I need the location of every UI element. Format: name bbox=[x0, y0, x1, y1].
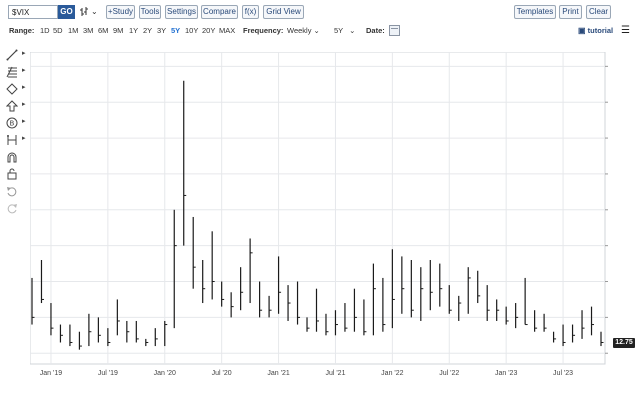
price-chart[interactable]: 10.0020.0030.0040.0050.0060.0070.0080.00… bbox=[30, 52, 612, 382]
lock-icon bbox=[7, 168, 17, 180]
x-tick-label: Jul '23 bbox=[553, 370, 573, 377]
x-tick-label: Jul '21 bbox=[325, 370, 345, 377]
calendar-icon[interactable] bbox=[389, 25, 400, 36]
line-tool-icon bbox=[6, 49, 18, 61]
chevron-down-icon: ⌄ bbox=[313, 26, 320, 35]
line-tool[interactable]: ▸ bbox=[4, 48, 26, 62]
compare-button[interactable]: Compare bbox=[201, 5, 238, 19]
arrow-tool[interactable]: ▸ bbox=[4, 99, 26, 113]
grid-view-button[interactable]: Grid View bbox=[263, 5, 304, 19]
clear-button[interactable]: Clear bbox=[586, 5, 611, 19]
date-label: Date: bbox=[366, 26, 385, 35]
tutorial-label: tutorial bbox=[587, 26, 614, 35]
print-button[interactable]: Print bbox=[559, 5, 582, 19]
range-5y[interactable]: 5Y bbox=[171, 24, 180, 38]
svg-text:B: B bbox=[10, 120, 15, 128]
range-1m[interactable]: 1M bbox=[68, 24, 78, 38]
x-tick-label: Jul '19 bbox=[98, 370, 118, 377]
frequency-select[interactable]: Weekly ⌄ bbox=[287, 24, 320, 38]
ohlc-bar-icon bbox=[80, 7, 88, 16]
period-value: 5Y bbox=[334, 26, 344, 35]
range-20y[interactable]: 20Y bbox=[202, 24, 215, 38]
period-select[interactable]: 5Y ⌄ bbox=[334, 24, 355, 38]
chevron-right-icon: ▸ bbox=[22, 135, 26, 142]
range-1d[interactable]: 1D bbox=[40, 24, 50, 38]
x-tick-label: Jan '23 bbox=[495, 370, 517, 377]
measure-tool-icon bbox=[7, 135, 17, 145]
annotation-tool-icon: B bbox=[6, 117, 18, 129]
range-1y[interactable]: 1Y bbox=[129, 24, 138, 38]
range-5d[interactable]: 5D bbox=[53, 24, 63, 38]
redo-icon bbox=[7, 204, 17, 214]
chevron-right-icon: ▸ bbox=[22, 84, 26, 91]
last-price-label: 12.75 bbox=[613, 338, 635, 349]
x-tick-label: Jan '21 bbox=[267, 370, 289, 377]
annotation-tool[interactable]: B ▸ bbox=[4, 116, 26, 130]
symbol-input[interactable] bbox=[8, 5, 58, 19]
chevron-down-icon: ⌄ bbox=[349, 26, 356, 35]
tools-button[interactable]: Tools bbox=[139, 5, 161, 19]
range-2y[interactable]: 2Y bbox=[143, 24, 152, 38]
function-button[interactable]: f(x) bbox=[242, 5, 259, 19]
x-tick-label: Jul '20 bbox=[212, 370, 232, 377]
x-tick-label: Jan '19 bbox=[40, 370, 62, 377]
measure-tool[interactable]: ▸ bbox=[4, 133, 26, 147]
range-label: Range: bbox=[9, 26, 35, 35]
redo-tool[interactable] bbox=[4, 201, 26, 215]
range-3y[interactable]: 3Y bbox=[157, 24, 166, 38]
x-tick-label: Jul '22 bbox=[439, 370, 459, 377]
shape-tool[interactable]: ▸ bbox=[4, 82, 26, 96]
magnet-icon bbox=[7, 152, 17, 163]
top-toolbar: GO ⌄ +Study Tools Settings Compare f(x) … bbox=[0, 0, 638, 24]
range-max[interactable]: MAX bbox=[219, 24, 235, 38]
go-button[interactable]: GO bbox=[58, 5, 75, 19]
templates-button[interactable]: Templates bbox=[514, 5, 556, 19]
chevron-right-icon: ▸ bbox=[22, 101, 26, 108]
fib-tool[interactable]: ▸ bbox=[4, 65, 26, 79]
undo-tool[interactable] bbox=[4, 184, 26, 198]
magnet-tool[interactable] bbox=[4, 150, 26, 164]
shape-tool-icon bbox=[6, 83, 18, 95]
x-tick-label: Jan '22 bbox=[381, 370, 403, 377]
chart-type-selector[interactable]: ⌄ bbox=[79, 5, 101, 19]
fib-tool-icon bbox=[6, 66, 17, 78]
chevron-down-icon: ⌄ bbox=[91, 7, 98, 16]
chevron-right-icon: ▸ bbox=[22, 67, 26, 74]
range-bar: Range: 1D 5D 1M 3M 6M 9M 1Y 2Y 3Y 5Y 10Y… bbox=[0, 24, 638, 38]
range-6m[interactable]: 6M bbox=[98, 24, 108, 38]
range-9m[interactable]: 9M bbox=[113, 24, 123, 38]
add-study-button[interactable]: +Study bbox=[106, 5, 135, 19]
chevron-right-icon: ▸ bbox=[22, 118, 26, 125]
frequency-label: Frequency: bbox=[243, 26, 284, 35]
video-icon: ▣ bbox=[578, 26, 586, 35]
arrow-tool-icon bbox=[6, 100, 18, 112]
x-tick-label: Jan '20 bbox=[154, 370, 176, 377]
chevron-right-icon: ▸ bbox=[22, 50, 26, 57]
frequency-value: Weekly bbox=[287, 26, 312, 35]
range-10y[interactable]: 10Y bbox=[185, 24, 198, 38]
tutorial-link[interactable]: ▣ tutorial bbox=[578, 24, 613, 38]
range-3m[interactable]: 3M bbox=[83, 24, 93, 38]
settings-button[interactable]: Settings bbox=[165, 5, 198, 19]
undo-icon bbox=[7, 187, 17, 197]
lock-tool[interactable] bbox=[4, 167, 26, 181]
hamburger-menu-icon[interactable]: ☰ bbox=[621, 24, 630, 38]
